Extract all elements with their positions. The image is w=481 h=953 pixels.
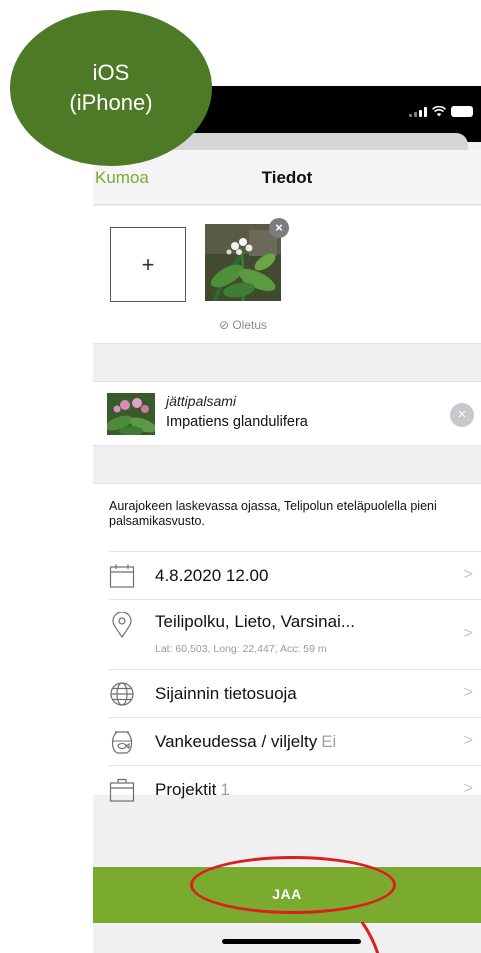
plus-icon: +	[141, 251, 155, 277]
date-row[interactable]: 4.8.2020 12.00 >	[109, 551, 481, 599]
captive-cultivated-row[interactable]: Vankeudessa / viljelty Ei >	[109, 717, 481, 765]
calendar-icon	[109, 564, 135, 588]
species-photo-image	[107, 393, 155, 435]
observation-notes[interactable]: Aurajokeen laskevassa ojassa, Telipolun …	[109, 499, 469, 529]
page-title: Tiedot	[261, 168, 313, 187]
date-label: 4.8.2020 12.00	[155, 566, 269, 585]
chevron-right-icon: >	[463, 780, 473, 797]
add-photo-button[interactable]: +	[110, 227, 186, 302]
highlight-arrow-line	[360, 921, 380, 953]
captive-cultivated-value: Ei	[321, 732, 337, 751]
os-annotation-bubble: iOS (iPhone)	[10, 10, 212, 166]
clear-species-icon[interactable]: ×	[450, 403, 474, 427]
species-scientific-name: Impatiens glandulifera	[166, 414, 308, 430]
phone-screen: Kumoa Tiedot + × ⊘ Oletus jättipalsami I…	[80, 86, 481, 953]
chevron-right-icon: >	[463, 625, 473, 642]
chevron-right-icon: >	[463, 566, 473, 583]
location-row[interactable]: Teilipolku, Lieto, Varsinai... Lat: 60,5…	[109, 599, 481, 669]
wifi-icon	[432, 106, 446, 117]
location-privacy-label: Sijainnin tietosuoja	[155, 684, 297, 703]
projects-text: Projektit	[155, 780, 217, 799]
projects-label: Projektit 1	[155, 780, 230, 800]
globe-icon	[110, 682, 134, 706]
briefcase-icon	[109, 778, 135, 802]
species-common-name: jättipalsami	[166, 393, 237, 409]
plant-photo-image	[205, 224, 281, 301]
species-row[interactable]: jättipalsami Impatiens glandulifera ×	[93, 381, 481, 446]
species-thumbnail	[107, 393, 155, 435]
remove-photo-icon[interactable]: ×	[269, 218, 289, 238]
device-label: (iPhone)	[69, 90, 153, 115]
chevron-right-icon: >	[463, 684, 473, 701]
location-privacy-row[interactable]: Sijainnin tietosuoja >	[109, 669, 481, 717]
photo-section: + × ⊘ Oletus	[93, 206, 481, 344]
default-photo-label: ⊘ Oletus	[218, 318, 268, 332]
location-pin-icon	[112, 612, 132, 638]
location-label: Teilipolku, Lieto, Varsinai...	[155, 612, 356, 631]
coordinates-label: Lat: 60,503, Long: 22,447, Acc: 59 m	[155, 643, 327, 655]
status-icons	[409, 106, 473, 117]
chevron-right-icon: >	[463, 732, 473, 749]
details-section: Aurajokeen laskevassa ojassa, Telipolun …	[93, 483, 481, 802]
signal-icon	[409, 107, 427, 117]
home-indicator	[222, 939, 361, 944]
fishbowl-icon	[111, 731, 133, 754]
captive-cultivated-text: Vankeudessa / viljelty	[155, 732, 318, 751]
battery-icon	[451, 106, 473, 117]
projects-count: 1	[220, 780, 230, 799]
captive-cultivated-label: Vankeudessa / viljelty Ei	[155, 732, 336, 752]
projects-row[interactable]: Projektit 1 >	[109, 765, 481, 813]
os-label: iOS	[92, 60, 130, 85]
photo-thumbnail[interactable]	[205, 224, 281, 301]
highlight-ellipse	[190, 856, 396, 914]
